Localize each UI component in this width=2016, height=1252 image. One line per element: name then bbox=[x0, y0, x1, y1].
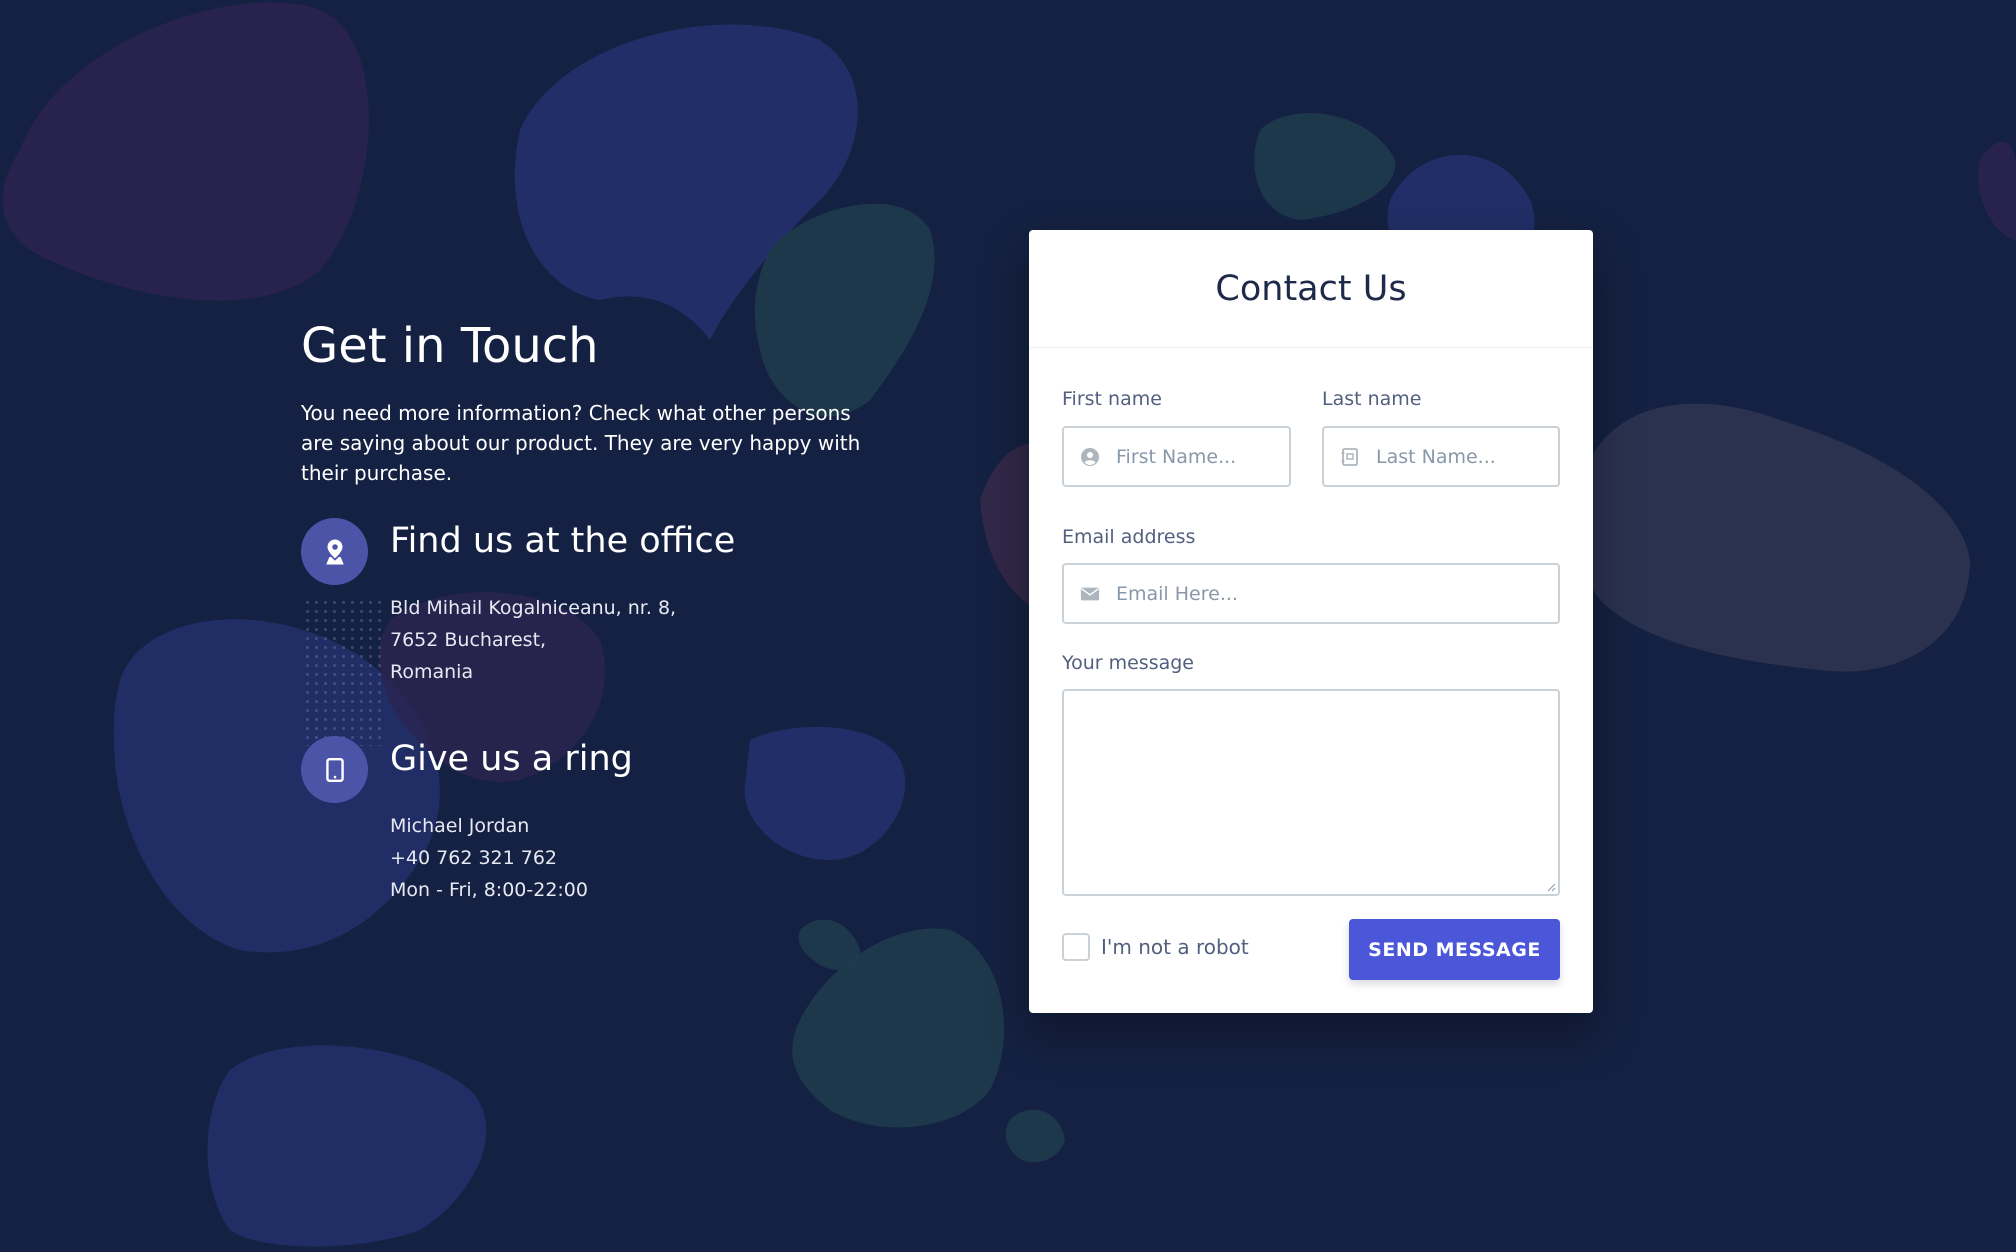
contact-name: Michael Jordan bbox=[390, 815, 530, 837]
address-line: 7652 Bucharest, bbox=[390, 629, 547, 651]
message-label: Your message bbox=[1062, 652, 1194, 674]
info-title: Get in Touch bbox=[301, 318, 599, 374]
email-label: Email address bbox=[1062, 526, 1196, 548]
form-title: Contact Us bbox=[1215, 268, 1407, 309]
contact-form-card: Contact Us First name First Name... Last… bbox=[1029, 230, 1593, 1013]
address-line: Bld Mihail Kogalniceanu, nr. 8, bbox=[390, 597, 677, 619]
first-name-input[interactable]: First Name... bbox=[1062, 426, 1291, 487]
dot-pattern bbox=[303, 598, 381, 746]
id-card-icon bbox=[1340, 447, 1360, 467]
robot-checkbox-label[interactable]: I'm not a robot bbox=[1101, 933, 1249, 961]
last-name-input[interactable]: Last Name... bbox=[1322, 426, 1560, 487]
envelope-icon bbox=[1080, 584, 1100, 604]
robot-checkbox[interactable] bbox=[1062, 933, 1090, 961]
address-line: Romania bbox=[390, 661, 474, 683]
message-textarea[interactable] bbox=[1062, 689, 1560, 896]
last-name-placeholder: Last Name... bbox=[1376, 445, 1496, 468]
info-description: You need more information? Check what ot… bbox=[301, 400, 861, 485]
office-title: Find us at the office bbox=[390, 521, 736, 561]
phone-number: +40 762 321 762 bbox=[390, 847, 558, 869]
email-placeholder: Email Here... bbox=[1116, 582, 1238, 605]
phone-details: Michael Jordan +40 762 321 762 Mon - Fri… bbox=[390, 810, 588, 906]
card-header: Contact Us bbox=[1029, 230, 1593, 348]
contact-info: Get in Touch You need more information? … bbox=[301, 318, 881, 901]
tablet-icon bbox=[301, 736, 368, 803]
resize-handle-icon[interactable] bbox=[1546, 882, 1556, 892]
map-pin-icon bbox=[301, 518, 368, 585]
last-name-label: Last name bbox=[1322, 388, 1422, 410]
office-address: Bld Mihail Kogalniceanu, nr. 8, 7652 Buc… bbox=[390, 592, 676, 688]
first-name-label: First name bbox=[1062, 388, 1162, 410]
phone-title: Give us a ring bbox=[390, 739, 633, 779]
email-input[interactable]: Email Here... bbox=[1062, 563, 1560, 624]
office-hours: Mon - Fri, 8:00-22:00 bbox=[390, 879, 588, 901]
send-message-button[interactable]: SEND MESSAGE bbox=[1349, 919, 1560, 980]
first-name-placeholder: First Name... bbox=[1116, 445, 1237, 468]
user-circle-icon bbox=[1080, 447, 1100, 467]
